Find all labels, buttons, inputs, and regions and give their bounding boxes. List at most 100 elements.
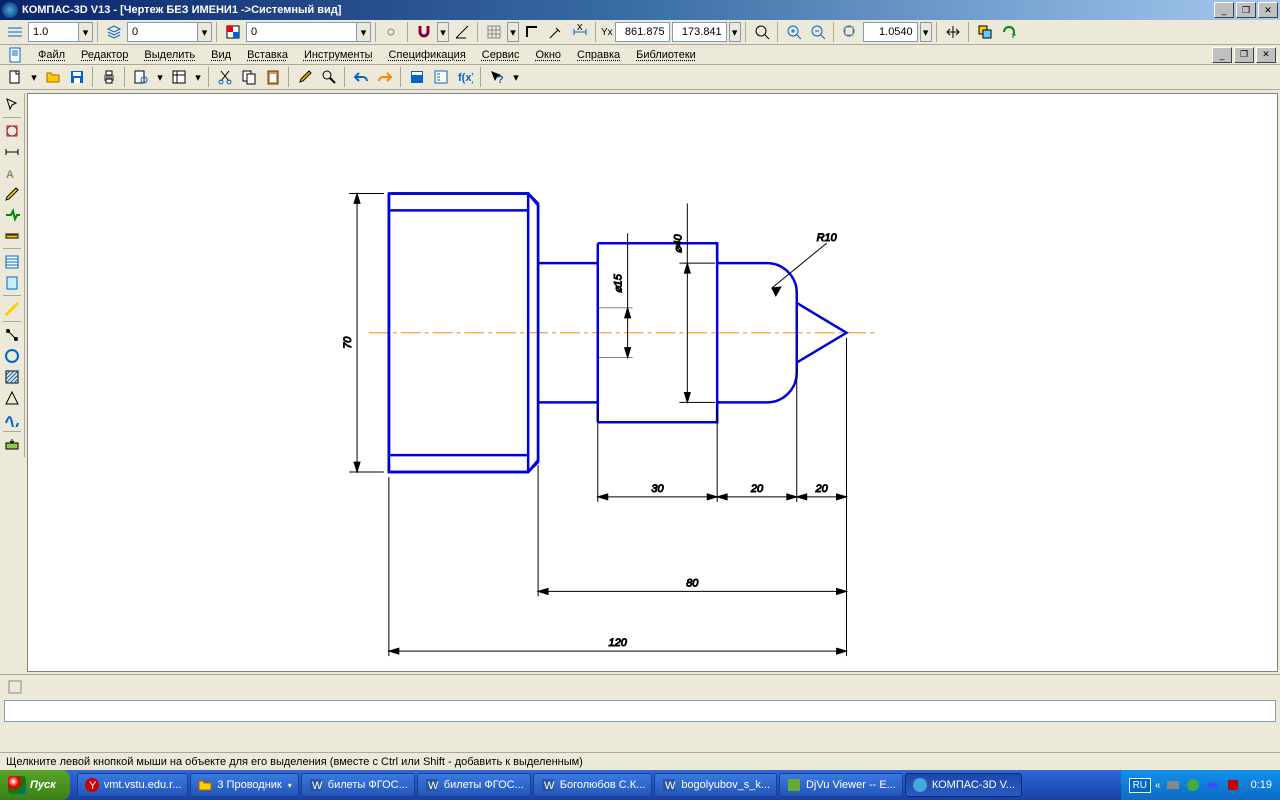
text-tool-icon[interactable]: A (2, 163, 22, 183)
zoom-in-icon[interactable] (783, 21, 805, 43)
triangle-tool-icon[interactable] (2, 388, 22, 408)
menu-insert[interactable]: Вставка (239, 47, 296, 63)
panel-icon[interactable] (4, 676, 26, 698)
magnet-icon[interactable] (413, 21, 435, 43)
dropdown-icon[interactable]: ▾ (192, 67, 204, 87)
menu-edit[interactable]: Редактор (73, 47, 136, 63)
open-icon[interactable] (42, 66, 64, 88)
mdi-close-button[interactable]: ✕ (1256, 47, 1276, 63)
dropdown-icon[interactable]: ▾ (356, 22, 371, 42)
close-button[interactable]: ✕ (1258, 2, 1278, 18)
snap-icon[interactable] (545, 21, 567, 43)
dropdown-icon[interactable]: ▾ (197, 22, 212, 42)
select-tool-icon[interactable] (2, 95, 22, 115)
task-browser[interactable]: Yvmt.vstu.edu.r... (77, 773, 189, 797)
zoom-icon[interactable] (751, 21, 773, 43)
edit-tool-icon[interactable] (2, 184, 22, 204)
dropdown-icon[interactable]: ▾ (28, 67, 40, 87)
brush-icon[interactable] (294, 66, 316, 88)
dropdown-icon[interactable]: ▾ (78, 22, 93, 42)
undo-icon[interactable] (350, 66, 372, 88)
grid-icon[interactable] (483, 21, 505, 43)
menu-file[interactable]: Файл (30, 47, 73, 63)
line-style-icon[interactable] (4, 21, 26, 43)
menu-tools[interactable]: Инструменты (296, 47, 381, 63)
tree-icon[interactable] (430, 66, 452, 88)
properties-icon[interactable] (168, 66, 190, 88)
new-icon[interactable] (4, 66, 26, 88)
print-icon[interactable] (98, 66, 120, 88)
coord-y-input[interactable] (672, 22, 727, 42)
tray-icon[interactable] (1205, 777, 1221, 793)
ortho-icon[interactable] (521, 21, 543, 43)
mdi-restore-button[interactable]: ❐ (1234, 47, 1254, 63)
copy-icon[interactable] (238, 66, 260, 88)
color-input[interactable] (246, 22, 356, 42)
task-word2[interactable]: Wбилеты ФГОС... (417, 773, 531, 797)
dropdown-icon[interactable]: ▾ (154, 67, 166, 87)
task-word1[interactable]: Wбилеты ФГОС... (301, 773, 415, 797)
save-icon[interactable] (66, 66, 88, 88)
menu-spec[interactable]: Спецификация (381, 47, 474, 63)
variables-icon[interactable]: f(x) (454, 66, 476, 88)
report-tool-icon[interactable] (2, 273, 22, 293)
dim-icon[interactable]: x (569, 21, 591, 43)
spline-tool-icon[interactable] (2, 409, 22, 429)
menu-view[interactable]: Вид (203, 47, 239, 63)
mdi-minimize-button[interactable]: _ (1212, 47, 1232, 63)
task-kompas[interactable]: КОМПАС-3D V... (905, 773, 1022, 797)
dropdown-icon[interactable]: ▾ (729, 22, 741, 42)
link-icon[interactable] (381, 21, 403, 43)
redo-icon[interactable] (374, 66, 396, 88)
menu-select[interactable]: Выделить (136, 47, 203, 63)
paste-icon[interactable] (262, 66, 284, 88)
spec-tool-icon[interactable] (2, 252, 22, 272)
refresh-icon[interactable] (998, 21, 1020, 43)
layer-icon[interactable] (103, 21, 125, 43)
zoom-out-icon[interactable] (807, 21, 829, 43)
dropdown-icon[interactable]: ▾ (437, 22, 449, 42)
angle-icon[interactable] (451, 21, 473, 43)
help-icon[interactable]: ? (486, 66, 508, 88)
dropdown-icon[interactable]: ▾ (507, 22, 519, 42)
insert-tool-icon[interactable] (2, 435, 22, 455)
cut-icon[interactable] (214, 66, 236, 88)
preview-icon[interactable] (130, 66, 152, 88)
menu-service[interactable]: Сервис (474, 47, 528, 63)
task-explorer[interactable]: 3 Проводник▾ (190, 773, 298, 797)
layers-icon[interactable] (974, 21, 996, 43)
dropdown-icon[interactable]: ▾ (920, 22, 932, 42)
point-tool-icon[interactable] (2, 325, 22, 345)
dims-tool-icon[interactable] (2, 142, 22, 162)
line-style-input[interactable] (28, 22, 78, 42)
command-input[interactable] (4, 700, 1276, 722)
coord-x-input[interactable] (615, 22, 670, 42)
tray-expand-icon[interactable]: « (1155, 780, 1161, 791)
tray-icon[interactable] (1165, 777, 1181, 793)
measure-tool-icon[interactable] (2, 226, 22, 246)
circle-tool-icon[interactable] (2, 346, 22, 366)
task-djvu[interactable]: DjVu Viewer -- E... (779, 773, 903, 797)
minimize-button[interactable]: _ (1214, 2, 1234, 18)
clock[interactable]: 0:19 (1251, 779, 1272, 791)
pan-icon[interactable] (942, 21, 964, 43)
geometry-tool-icon[interactable] (2, 121, 22, 141)
lang-indicator[interactable]: RU (1129, 778, 1151, 793)
dropdown-icon[interactable]: ▾ (510, 67, 522, 87)
find-icon[interactable] (318, 66, 340, 88)
task-word3[interactable]: WБоголюбов С.К... (533, 773, 653, 797)
tray-icon[interactable] (1225, 777, 1241, 793)
zoom-input[interactable] (863, 22, 918, 42)
assoc-tool-icon[interactable] (2, 299, 22, 319)
zoom-fit-icon[interactable] (839, 21, 861, 43)
layer-input[interactable] (127, 22, 197, 42)
color-icon[interactable] (222, 21, 244, 43)
param-tool-icon[interactable] (2, 205, 22, 225)
start-button[interactable]: Пуск (0, 770, 70, 800)
tray-icon[interactable] (1185, 777, 1201, 793)
task-word4[interactable]: Wbogolyubov_s_k... (654, 773, 777, 797)
menu-libs[interactable]: Библиотеки (628, 47, 704, 63)
manager-icon[interactable] (406, 66, 428, 88)
canvas[interactable]: 70 120 80 30 20 20 (27, 93, 1278, 672)
hatch-tool-icon[interactable] (2, 367, 22, 387)
